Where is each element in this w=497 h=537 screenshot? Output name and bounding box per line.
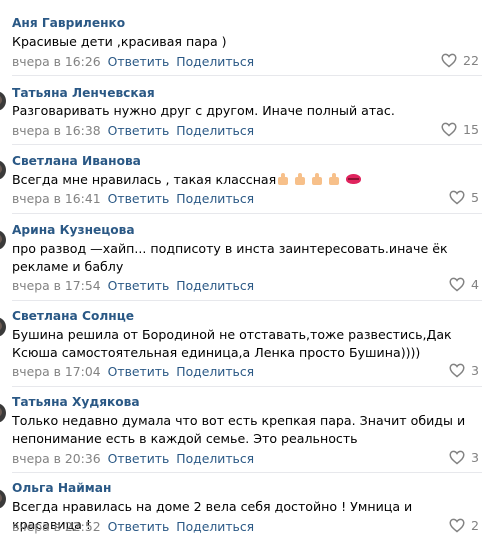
reply-button[interactable]: Ответить <box>108 191 170 206</box>
thumbs-up-emoji-icon <box>276 172 290 186</box>
like-button[interactable]: 22 <box>441 53 479 68</box>
share-button[interactable]: Поделиться <box>176 54 254 69</box>
comment-time[interactable]: вчера в 20:36 <box>12 451 101 466</box>
heart-outline-icon <box>441 122 457 137</box>
comment-meta: вчера в 16:41 Ответить Поделиться <box>12 191 261 206</box>
emoji-group <box>276 172 362 186</box>
comment-time[interactable]: вчера в 16:38 <box>12 123 101 138</box>
comment-meta: вчера в 17:54 Ответить Поделиться <box>12 278 261 293</box>
comment-author[interactable]: Аня Гавриленко <box>12 16 125 30</box>
reply-button[interactable]: Ответить <box>108 519 170 534</box>
like-count: 15 <box>462 122 479 137</box>
avatar[interactable] <box>0 91 6 111</box>
like-count: 3 <box>470 450 479 465</box>
comment-time[interactable]: вчера в 22:52 <box>12 519 101 534</box>
comment-time[interactable]: вчера в 17:54 <box>12 278 101 293</box>
comment-item: Татьяна Ленчевская Разговаривать нужно д… <box>0 76 497 145</box>
comment-meta: вчера в 20:36 Ответить Поделиться <box>12 451 261 466</box>
heart-outline-icon <box>449 277 465 292</box>
reply-button[interactable]: Ответить <box>108 123 170 138</box>
comment-text: Только недавно думала что вот есть крепк… <box>12 413 466 446</box>
avatar[interactable] <box>0 403 6 423</box>
heart-outline-icon <box>449 363 465 378</box>
thumbs-up-emoji-icon <box>310 172 324 186</box>
like-button[interactable]: 4 <box>449 277 479 292</box>
comment-item: Светлана Солнце Бушина решила от Бородин… <box>0 301 497 387</box>
avatar[interactable] <box>0 230 6 250</box>
comment-author[interactable]: Татьяна Худякова <box>12 395 140 409</box>
comment-text: про развод —хайп... подписоту в инста за… <box>12 241 448 274</box>
comment-text: Красивые дети ,красивая пара ) <box>12 34 227 49</box>
comment-meta: вчера в 17:04 Ответить Поделиться <box>12 364 261 379</box>
share-button[interactable]: Поделиться <box>176 451 254 466</box>
comment-author[interactable]: Светлана Иванова <box>12 154 141 168</box>
comment-text: Разговаривать нужно друг с другом. Иначе… <box>12 103 395 118</box>
heart-outline-icon <box>441 53 457 68</box>
like-button[interactable]: 15 <box>441 122 479 137</box>
like-button[interactable]: 3 <box>449 363 479 378</box>
reply-button[interactable]: Ответить <box>108 278 170 293</box>
like-count: 2 <box>470 518 479 533</box>
comment-author[interactable]: Светлана Солнце <box>12 309 134 323</box>
share-button[interactable]: Поделиться <box>176 123 254 138</box>
comment-text: Бушина решила от Бородиной не отставать,… <box>12 327 452 360</box>
avatar[interactable] <box>0 160 6 180</box>
heart-outline-icon <box>449 190 465 205</box>
comment-author[interactable]: Арина Кузнецова <box>12 223 135 237</box>
share-button[interactable]: Поделиться <box>176 364 254 379</box>
like-button[interactable]: 2 <box>449 518 479 533</box>
thumbs-up-emoji-icon <box>327 172 341 186</box>
reply-button[interactable]: Ответить <box>108 451 170 466</box>
comment-item: Ольга Найман Всегда нравилась на доме 2 … <box>0 473 497 537</box>
like-button[interactable]: 5 <box>449 190 479 205</box>
comment-author[interactable]: Ольга Найман <box>12 481 111 495</box>
comment-text-content: Всегда мне нравилась , такая классная <box>12 172 277 187</box>
like-count: 4 <box>470 277 479 292</box>
like-count: 3 <box>470 363 479 378</box>
comment-meta: вчера в 16:38 Ответить Поделиться <box>12 123 261 138</box>
share-button[interactable]: Поделиться <box>176 519 254 534</box>
comment-meta: вчера в 22:52 Ответить Поделиться <box>12 519 261 534</box>
share-button[interactable]: Поделиться <box>176 278 254 293</box>
heart-outline-icon <box>449 518 465 533</box>
share-button[interactable]: Поделиться <box>176 191 254 206</box>
kiss-mark-emoji-icon <box>346 174 362 184</box>
like-count: 5 <box>470 190 479 205</box>
comment-time[interactable]: вчера в 17:04 <box>12 364 101 379</box>
thumbs-up-emoji-icon <box>293 172 307 186</box>
like-count: 22 <box>462 53 479 68</box>
comment-author[interactable]: Татьяна Ленчевская <box>12 86 155 100</box>
comment-item: Аня Гавриленко Красивые дети ,красивая п… <box>0 0 497 76</box>
reply-button[interactable]: Ответить <box>108 54 170 69</box>
reply-button[interactable]: Ответить <box>108 364 170 379</box>
comment-item: Татьяна Худякова Только недавно думала ч… <box>0 387 497 473</box>
like-button[interactable]: 3 <box>449 450 479 465</box>
comment-item: Светлана Иванова Всегда мне нравилась , … <box>0 145 497 214</box>
comment-item: Арина Кузнецова про развод —хайп... подп… <box>0 214 497 301</box>
heart-outline-icon <box>449 450 465 465</box>
comment-time[interactable]: вчера в 16:41 <box>12 191 101 206</box>
comment-text: Всегда мне нравилась , такая классная <box>12 171 480 189</box>
avatar[interactable] <box>0 489 6 509</box>
avatar[interactable] <box>0 317 6 337</box>
comment-meta: вчера в 16:26 Ответить Поделиться <box>12 54 261 69</box>
comment-time[interactable]: вчера в 16:26 <box>12 54 101 69</box>
